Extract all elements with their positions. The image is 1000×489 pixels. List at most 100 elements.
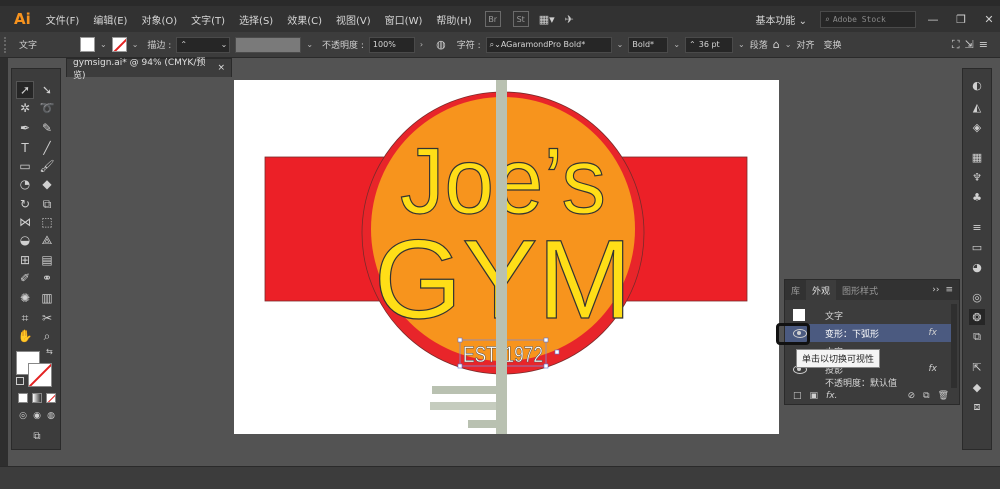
panel-collapse-icon[interactable]: ››	[932, 285, 939, 295]
transparency-panel-icon[interactable]: ◕	[969, 259, 985, 275]
close-tab-icon[interactable]: ×	[217, 63, 225, 73]
artwork-canvas[interactable]: Joe’s GYM EST. 1972	[234, 80, 779, 434]
stroke-panel-icon[interactable]: ≡	[969, 219, 985, 235]
tab-appearance[interactable]: 外观	[806, 280, 837, 300]
swap-fill-stroke-icon[interactable]: ⇆	[46, 347, 53, 356]
menu-file[interactable]: 文件(F)	[39, 12, 87, 27]
menu-effect[interactable]: 效果(C)	[280, 12, 329, 27]
rectangle-tool-icon[interactable]: ▭	[16, 157, 34, 175]
stroke-weight-field[interactable]: ⌃ ⌄	[176, 36, 231, 53]
stroke-dropdown-icon[interactable]: ⌄	[132, 40, 139, 49]
eraser-tool-icon[interactable]: ◆	[38, 175, 56, 193]
lasso-tool-icon[interactable]: ➰	[38, 99, 56, 117]
menu-view[interactable]: 视图(V)	[329, 12, 378, 27]
puppet-icon[interactable]: ⇲	[965, 38, 974, 51]
workspace-switcher[interactable]: 基本功能 ⌄	[748, 12, 814, 27]
zoom-tool-icon[interactable]: ⌕	[38, 327, 56, 345]
paintbrush-tool-icon[interactable]: 🖌	[38, 157, 56, 175]
shape-builder-tool-icon[interactable]: ◒	[16, 231, 34, 249]
opacity-arrow-icon[interactable]: ›	[420, 40, 423, 49]
add-effect-button[interactable]: fx.	[826, 391, 837, 401]
transform-label[interactable]: 变换	[823, 38, 841, 51]
selection-handle-br[interactable]	[543, 363, 549, 369]
selection-handle-tr[interactable]	[543, 337, 549, 343]
screen-mode-icon[interactable]: ⧉	[28, 427, 46, 445]
clear-appearance-icon[interactable]: ⊘	[908, 391, 916, 401]
minimize-button[interactable]: —	[922, 13, 944, 26]
curvature-tool-icon[interactable]: ✎	[38, 119, 56, 137]
color-guide-icon[interactable]: ◭	[969, 99, 985, 115]
selection-handle-tl[interactable]	[457, 337, 463, 343]
appearance-panel-icon[interactable]: ◎	[969, 289, 985, 305]
tab-libraries[interactable]: 库	[785, 280, 806, 300]
pen-tool-icon[interactable]: ✒	[16, 119, 34, 137]
menu-edit[interactable]: 编辑(E)	[86, 12, 134, 27]
character-label[interactable]: 字符 :	[457, 38, 481, 51]
gradient-mode-icon[interactable]	[32, 393, 42, 403]
isolate-icon[interactable]: ⛶	[952, 38, 960, 52]
symbol-sprayer-tool-icon[interactable]: ✺	[16, 289, 34, 307]
line-tool-icon[interactable]: ╱	[38, 139, 56, 157]
free-transform-tool-icon[interactable]: ⬚	[38, 213, 56, 231]
guide-bar-middle[interactable]	[430, 402, 496, 410]
text-options-dropdown-icon[interactable]: ⌄	[785, 40, 792, 49]
font-family-field[interactable]: ⌕⌄ AGaramondPro Bold*	[485, 36, 612, 53]
selection-handle-bl[interactable]	[457, 363, 463, 369]
color-panel-icon[interactable]: ◐	[969, 77, 985, 93]
recolor-icon[interactable]: ◍	[436, 38, 446, 51]
eyedropper-tool-icon[interactable]: ✐	[16, 269, 34, 287]
maximize-button[interactable]: ❐	[950, 13, 972, 26]
stroke-color-box[interactable]	[28, 363, 52, 387]
control-bar-grip[interactable]	[4, 36, 10, 53]
selection-handle-mr[interactable]	[554, 349, 560, 355]
magic-wand-tool-icon[interactable]: ✲	[16, 99, 34, 117]
blend-tool-icon[interactable]: ⚭	[38, 269, 56, 287]
artboards-panel-icon[interactable]: ⧈	[969, 399, 985, 415]
row-label[interactable]: 变形：下弧形	[825, 327, 879, 340]
artboard[interactable]: Joe’s GYM EST. 1972	[234, 80, 779, 434]
menu-object[interactable]: 对象(O)	[134, 12, 184, 27]
tab-graphic-styles[interactable]: 图形样式	[836, 280, 884, 300]
recolor-panel-icon[interactable]: ◈	[969, 119, 985, 135]
fx-icon[interactable]: fx	[929, 364, 938, 374]
none-mode-icon[interactable]	[46, 393, 56, 403]
brushes-panel-icon[interactable]: ♆	[969, 169, 985, 185]
fx-icon[interactable]: fx	[929, 328, 938, 338]
gradient-tool-icon[interactable]: ▤	[38, 251, 56, 269]
width-tool-icon[interactable]: ⋈	[16, 213, 34, 231]
appearance-row-type[interactable]: 文字	[785, 306, 951, 324]
font-family-dropdown-icon[interactable]: ⌄	[617, 40, 624, 49]
scale-tool-icon[interactable]: ⧉	[38, 195, 56, 213]
panel-menu-icon[interactable]: ≡	[945, 285, 953, 295]
menu-window[interactable]: 窗口(W)	[378, 12, 430, 27]
control-bar-menu-icon[interactable]: ≡	[979, 38, 988, 51]
document-tab[interactable]: gymsign.ai* @ 94% (CMYK/预览) ×	[66, 58, 232, 81]
shaper-tool-icon[interactable]: ◔	[16, 175, 34, 193]
layers-dock-icon[interactable]: ⧉	[969, 329, 985, 345]
text-options-icon[interactable]: ⌂	[773, 38, 780, 51]
font-style-dropdown-icon[interactable]: ⌄	[673, 40, 680, 49]
selection-tool-icon[interactable]: ➚	[16, 81, 34, 99]
menu-select[interactable]: 选择(S)	[232, 12, 280, 27]
export-panel-icon[interactable]: ⇱	[969, 359, 985, 375]
menu-help[interactable]: 帮助(H)	[429, 12, 478, 27]
layers-panel-icon[interactable]: ◆	[969, 379, 985, 395]
add-fill-icon[interactable]: ▣	[810, 391, 819, 401]
artboard-tool-icon[interactable]: ⌗	[16, 309, 34, 327]
font-style-field[interactable]: Bold*	[628, 36, 669, 53]
symbols-panel-icon[interactable]: ♣	[969, 189, 985, 205]
font-size-dropdown-icon[interactable]: ⌄	[738, 40, 745, 49]
rotate-tool-icon[interactable]: ↻	[16, 195, 34, 213]
opacity-field[interactable]: 100%	[368, 36, 415, 53]
fill-dropdown-icon[interactable]: ⌄	[100, 40, 107, 49]
swatches-panel-icon[interactable]: ▦	[969, 149, 985, 165]
paragraph-label[interactable]: 段落	[750, 38, 768, 51]
perspective-grid-tool-icon[interactable]: ⟁	[38, 231, 56, 249]
gradient-panel-icon[interactable]: ▭	[969, 239, 985, 255]
vertical-guide-bar[interactable]	[496, 80, 507, 434]
gpu-performance-icon[interactable]: ✈	[565, 13, 574, 26]
duplicate-item-icon[interactable]: ⧉	[923, 391, 929, 401]
graphic-styles-panel-icon[interactable]: ❂	[969, 309, 985, 325]
panel-scrollbar[interactable]	[951, 304, 957, 388]
stock-button[interactable]: St	[512, 11, 529, 27]
